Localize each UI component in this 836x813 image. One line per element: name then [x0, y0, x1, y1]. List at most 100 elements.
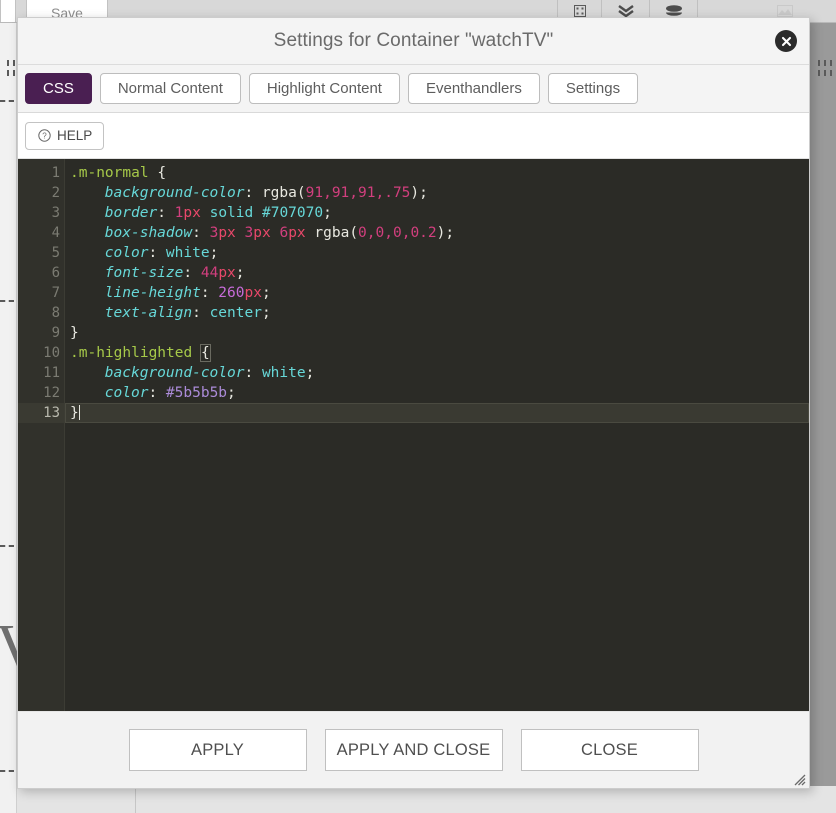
- line-number: 10: [43, 345, 60, 361]
- css-number: 0: [358, 225, 367, 241]
- resize-grip-icon[interactable]: [794, 773, 806, 786]
- code-line-9: }: [65, 323, 809, 343]
- guide-dash-left-1: [0, 100, 14, 102]
- css-property: font-size: [104, 265, 184, 281]
- css-number: 91: [358, 185, 376, 201]
- comma: ,: [384, 225, 393, 241]
- guide-dash-tick-5: [830, 60, 832, 76]
- css-property: border: [104, 205, 158, 221]
- css-unit: px: [244, 285, 262, 301]
- css-unit: px: [288, 225, 306, 241]
- css-number: 3: [244, 225, 254, 241]
- code-line-1: .m-normal {: [65, 163, 809, 183]
- css-property: color: [104, 385, 149, 401]
- line-number: 6: [51, 265, 60, 281]
- css-unit: px: [253, 225, 271, 241]
- css-number: 0: [392, 225, 402, 241]
- colon: :: [244, 365, 254, 381]
- css-property: line-height: [104, 285, 201, 301]
- semicolon: ;: [305, 365, 315, 381]
- colon: :: [192, 305, 201, 321]
- close-icon[interactable]: [775, 30, 797, 52]
- css-number: 91: [305, 185, 324, 201]
- css-number: 6: [279, 225, 289, 241]
- editor-code-area[interactable]: .m-normal { background-color: rgba(91,91…: [65, 159, 809, 711]
- guide-dash-left-4: [0, 770, 14, 772]
- css-unit: px: [183, 205, 201, 221]
- apply-button[interactable]: APPLY: [128, 729, 307, 771]
- code-line-5: color: white;: [65, 243, 809, 263]
- semicolon: ;: [227, 385, 236, 401]
- comma: ,: [349, 185, 359, 201]
- css-unit: px: [218, 265, 236, 281]
- guide-dash-tick-4: [824, 60, 826, 76]
- tab-settings[interactable]: Settings: [547, 73, 639, 104]
- semicolon: ;: [419, 185, 428, 201]
- semicolon: ;: [235, 265, 245, 281]
- guide-dash-left-3: [0, 545, 14, 547]
- tab-normal-content[interactable]: Normal Content: [99, 73, 241, 104]
- text-cursor: [78, 405, 80, 420]
- css-value: white: [261, 365, 306, 381]
- brace-open: {: [199, 344, 211, 362]
- semicolon: ;: [445, 225, 455, 241]
- question-circle-icon: ?: [37, 129, 51, 143]
- line-number: 3: [51, 205, 60, 221]
- code-line-11: background-color: white;: [65, 363, 809, 383]
- close-button[interactable]: CLOSE: [520, 729, 699, 771]
- help-button-label: HELP: [57, 128, 93, 143]
- brace-close: }: [70, 405, 79, 421]
- css-number: 44: [200, 265, 219, 281]
- css-function: rgba: [261, 185, 297, 201]
- code-line-10: .m-highlighted {: [65, 343, 809, 363]
- css-number: 0: [375, 225, 385, 241]
- code-line-13-active: }: [65, 403, 809, 423]
- line-number: 12: [43, 385, 60, 401]
- brace-close: }: [70, 325, 79, 341]
- css-selector: .m-normal: [70, 165, 149, 181]
- background-tab-stub: [0, 0, 16, 22]
- line-number: 2: [51, 185, 60, 201]
- background-left-panel: [0, 22, 17, 813]
- paren-open: (: [296, 185, 306, 201]
- help-button[interactable]: ? HELP: [25, 121, 105, 150]
- brace-open: {: [157, 165, 167, 181]
- code-line-6: font-size: 44px;: [65, 263, 809, 283]
- guide-dash-tick-3: [818, 60, 820, 76]
- help-toolbar: ? HELP: [18, 113, 809, 159]
- colon: :: [148, 245, 158, 261]
- colon: :: [192, 225, 201, 241]
- code-line-12: color: #5b5b5b;: [65, 383, 809, 403]
- colon: :: [200, 285, 210, 301]
- tab-eventhandlers[interactable]: Eventhandlers: [407, 73, 540, 104]
- css-code-editor[interactable]: 1 2 3 4 5 6 7 8 9 10 11 12 13 .m-normal …: [18, 159, 809, 711]
- dialog-titlebar[interactable]: Settings for Container "watchTV": [18, 18, 809, 65]
- css-selector: .m-highlighted: [70, 345, 193, 361]
- line-number-active: 13: [18, 403, 64, 423]
- line-number: 8: [51, 305, 60, 321]
- colon: :: [244, 185, 254, 201]
- comma: ,: [375, 185, 385, 201]
- background-bottom-divider: [135, 786, 136, 813]
- comma: ,: [366, 225, 376, 241]
- code-line-7: line-height: 260px;: [65, 283, 809, 303]
- guide-dash-tick-1: [7, 60, 9, 76]
- comma: ,: [323, 185, 332, 201]
- colon: :: [148, 385, 158, 401]
- semicolon: ;: [261, 305, 271, 321]
- line-number: 7: [51, 285, 60, 301]
- css-function: rgba: [314, 225, 350, 241]
- css-property: color: [104, 245, 149, 261]
- background-bottom-strip: [17, 786, 836, 813]
- css-value: solid: [209, 205, 254, 221]
- css-number: .75: [384, 185, 411, 201]
- paren-close: ): [410, 185, 420, 201]
- apply-and-close-button[interactable]: APPLY AND CLOSE: [324, 729, 503, 771]
- css-unit: px: [218, 225, 236, 241]
- tab-highlight-content[interactable]: Highlight Content: [248, 73, 400, 104]
- tab-css[interactable]: CSS: [25, 73, 92, 104]
- line-number: 4: [51, 225, 60, 241]
- css-property: background-color: [104, 185, 245, 201]
